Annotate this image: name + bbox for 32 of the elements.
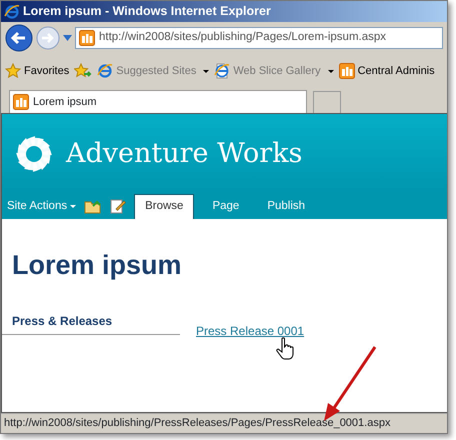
favorites-link[interactable]: Central Adminis — [338, 62, 435, 80]
page-icon — [214, 63, 230, 79]
window-title: Lorem ipsum - Windows Internet Explorer — [23, 3, 271, 20]
site-title: Adventure Works — [66, 136, 302, 171]
add-favorite-button[interactable] — [74, 63, 92, 79]
edit-page-icon[interactable] — [110, 198, 126, 214]
site-favicon-icon — [338, 63, 355, 79]
ribbon-tab[interactable]: Publish — [257, 194, 316, 219]
back-button[interactable] — [5, 24, 33, 52]
hand-cursor-icon — [276, 337, 296, 361]
ribbon-tab[interactable]: Page — [202, 194, 250, 219]
ribbon-tab[interactable]: Browse — [134, 194, 194, 219]
section-title: Press & Releases — [12, 312, 114, 330]
caret-icon — [70, 204, 76, 208]
page-heading: Lorem ipsum — [12, 249, 183, 282]
site-favicon-icon — [13, 94, 29, 110]
browser-logo-icon — [4, 4, 20, 20]
folder-icon[interactable] — [84, 198, 102, 214]
favorites-link[interactable]: Web Slice Gallery — [214, 62, 334, 80]
browser-tab[interactable]: Lorem ipsum — [9, 90, 307, 113]
browser-logo-icon — [97, 63, 114, 79]
status-bar-text: http://win2008/sites/publishing/PressReleases/Pages/PressRelease_0001.aspx — [1, 413, 447, 433]
history-dropdown-icon[interactable] — [63, 35, 72, 41]
star-icon — [5, 63, 21, 79]
favorites-link[interactable]: Suggested Sites — [97, 62, 210, 80]
new-tab-button[interactable] — [313, 91, 341, 113]
url-text: http://win2008/sites/publishing/Pages/Lorem-ipsum.aspx — [99, 30, 386, 46]
favorites-button[interactable]: Favorites — [5, 62, 70, 80]
address-field[interactable]: http://win2008/sites/publishing/Pages/Lorem-ipsum.aspx — [75, 27, 443, 49]
site-actions-menu[interactable]: Site Actions — [7, 198, 76, 219]
site-favicon-icon — [79, 30, 95, 46]
press-release-link[interactable]: Press Release 0001 — [196, 322, 304, 340]
